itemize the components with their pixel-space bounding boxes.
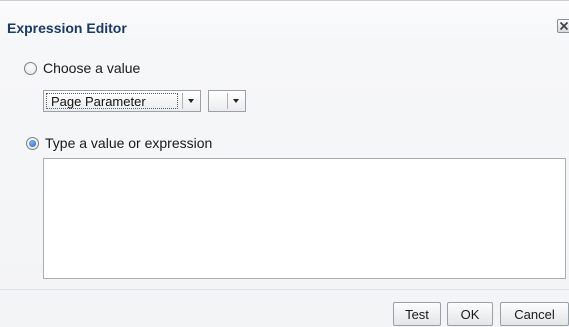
- expression-input[interactable]: [43, 158, 566, 279]
- chevron-down-icon[interactable]: [227, 93, 243, 109]
- value-source-selected: Page Parameter: [51, 93, 146, 109]
- type-expression-radio[interactable]: [26, 136, 39, 150]
- cancel-button[interactable]: Cancel: [500, 302, 569, 326]
- ok-button[interactable]: OK: [447, 302, 493, 326]
- choose-value-option[interactable]: Choose a value: [24, 60, 140, 76]
- test-button[interactable]: Test: [393, 302, 441, 326]
- type-expression-option[interactable]: Type a value or expression: [26, 135, 212, 151]
- footer-divider: [0, 289, 569, 290]
- choose-value-radio[interactable]: [24, 61, 37, 75]
- type-expression-label: Type a value or expression: [45, 135, 213, 151]
- close-icon: [559, 21, 569, 31]
- expression-editor-dialog: Expression Editor Choose a value Page Pa…: [0, 0, 569, 327]
- chevron-down-icon[interactable]: [182, 93, 198, 109]
- value-source-select[interactable]: Page Parameter: [43, 90, 201, 112]
- choose-value-label: Choose a value: [43, 60, 141, 76]
- close-button[interactable]: [557, 19, 569, 33]
- dialog-title: Expression Editor: [7, 20, 127, 36]
- value-select[interactable]: [208, 90, 246, 112]
